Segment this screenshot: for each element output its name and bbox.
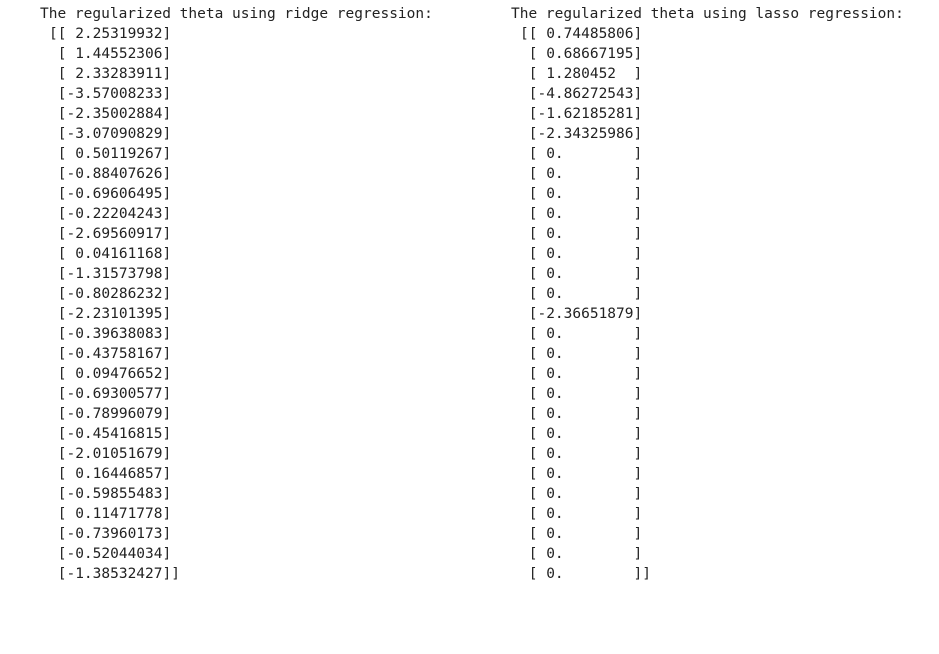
theta-row: [ 2.33283911]: [49, 66, 172, 82]
theta-row: [-2.01051679]: [49, 446, 172, 462]
theta-row: [ 0.09476652]: [49, 366, 172, 382]
lasso-theta-list: [[ 0.74485806] [ 0.68667195] [ 1.280452 …: [511, 24, 904, 584]
theta-row: [-1.62185281]: [520, 106, 643, 122]
theta-row: [-0.88407626]: [49, 166, 172, 182]
theta-row: [-2.34325986]: [520, 126, 643, 142]
theta-row: [-0.52044034]: [49, 546, 172, 562]
theta-row: [ 0. ]: [520, 326, 643, 342]
theta-row: [ 0. ]: [520, 246, 643, 262]
theta-row: [ 0.11471778]: [49, 506, 172, 522]
theta-row: [-0.78996079]: [49, 406, 172, 422]
theta-row: [ 0. ]: [520, 166, 643, 182]
theta-row: [ 0. ]: [520, 346, 643, 362]
ridge-title: The regularized theta using ridge regres…: [40, 6, 433, 22]
theta-row: [ 0. ]: [520, 206, 643, 222]
theta-row: [ 1.44552306]: [49, 46, 172, 62]
theta-row: [ 0. ]: [520, 386, 643, 402]
theta-row: [ 0. ]]: [520, 566, 651, 582]
theta-row: [-0.69606495]: [49, 186, 172, 202]
theta-row: [ 0. ]: [520, 266, 643, 282]
theta-row: [-1.38532427]]: [49, 566, 180, 582]
theta-row: [-4.86272543]: [520, 86, 643, 102]
lasso-output: The regularized theta using lasso regres…: [511, 4, 904, 584]
theta-row: [ 0. ]: [520, 406, 643, 422]
theta-row: [ 0. ]: [520, 146, 643, 162]
theta-row: [[ 0.74485806]: [520, 26, 643, 42]
theta-row: [ 1.280452 ]: [520, 66, 643, 82]
theta-row: [ 0. ]: [520, 286, 643, 302]
theta-row: [ 0. ]: [520, 426, 643, 442]
theta-row: [ 0. ]: [520, 486, 643, 502]
theta-row: [ 0. ]: [520, 506, 643, 522]
theta-row: [ 0. ]: [520, 526, 643, 542]
theta-row: [-0.69300577]: [49, 386, 172, 402]
theta-row: [ 0. ]: [520, 466, 643, 482]
theta-row: [-0.59855483]: [49, 486, 172, 502]
ridge-theta-list: [[ 2.25319932] [ 1.44552306] [ 2.3328391…: [40, 24, 433, 584]
theta-row: [ 0.04161168]: [49, 246, 172, 262]
theta-row: [-2.35002884]: [49, 106, 172, 122]
theta-row: [-2.23101395]: [49, 306, 172, 322]
theta-row: [ 0.16446857]: [49, 466, 172, 482]
theta-row: [-2.69560917]: [49, 226, 172, 242]
theta-row: [-0.22204243]: [49, 206, 172, 222]
theta-row: [ 0. ]: [520, 546, 643, 562]
theta-row: [-3.57008233]: [49, 86, 172, 102]
theta-row: [-3.07090829]: [49, 126, 172, 142]
theta-row: [-0.45416815]: [49, 426, 172, 442]
theta-row: [-0.43758167]: [49, 346, 172, 362]
ridge-output: The regularized theta using ridge regres…: [40, 4, 433, 584]
theta-row: [-2.36651879]: [520, 306, 643, 322]
theta-row: [-0.80286232]: [49, 286, 172, 302]
theta-row: [-1.31573798]: [49, 266, 172, 282]
theta-row: [ 0. ]: [520, 446, 643, 462]
theta-row: [-0.73960173]: [49, 526, 172, 542]
theta-row: [ 0. ]: [520, 226, 643, 242]
theta-row: [-0.39638083]: [49, 326, 172, 342]
theta-row: [[ 2.25319932]: [49, 26, 172, 42]
theta-row: [ 0.50119267]: [49, 146, 172, 162]
theta-row: [ 0. ]: [520, 366, 643, 382]
lasso-title: The regularized theta using lasso regres…: [511, 6, 904, 22]
theta-row: [ 0.68667195]: [520, 46, 643, 62]
theta-row: [ 0. ]: [520, 186, 643, 202]
